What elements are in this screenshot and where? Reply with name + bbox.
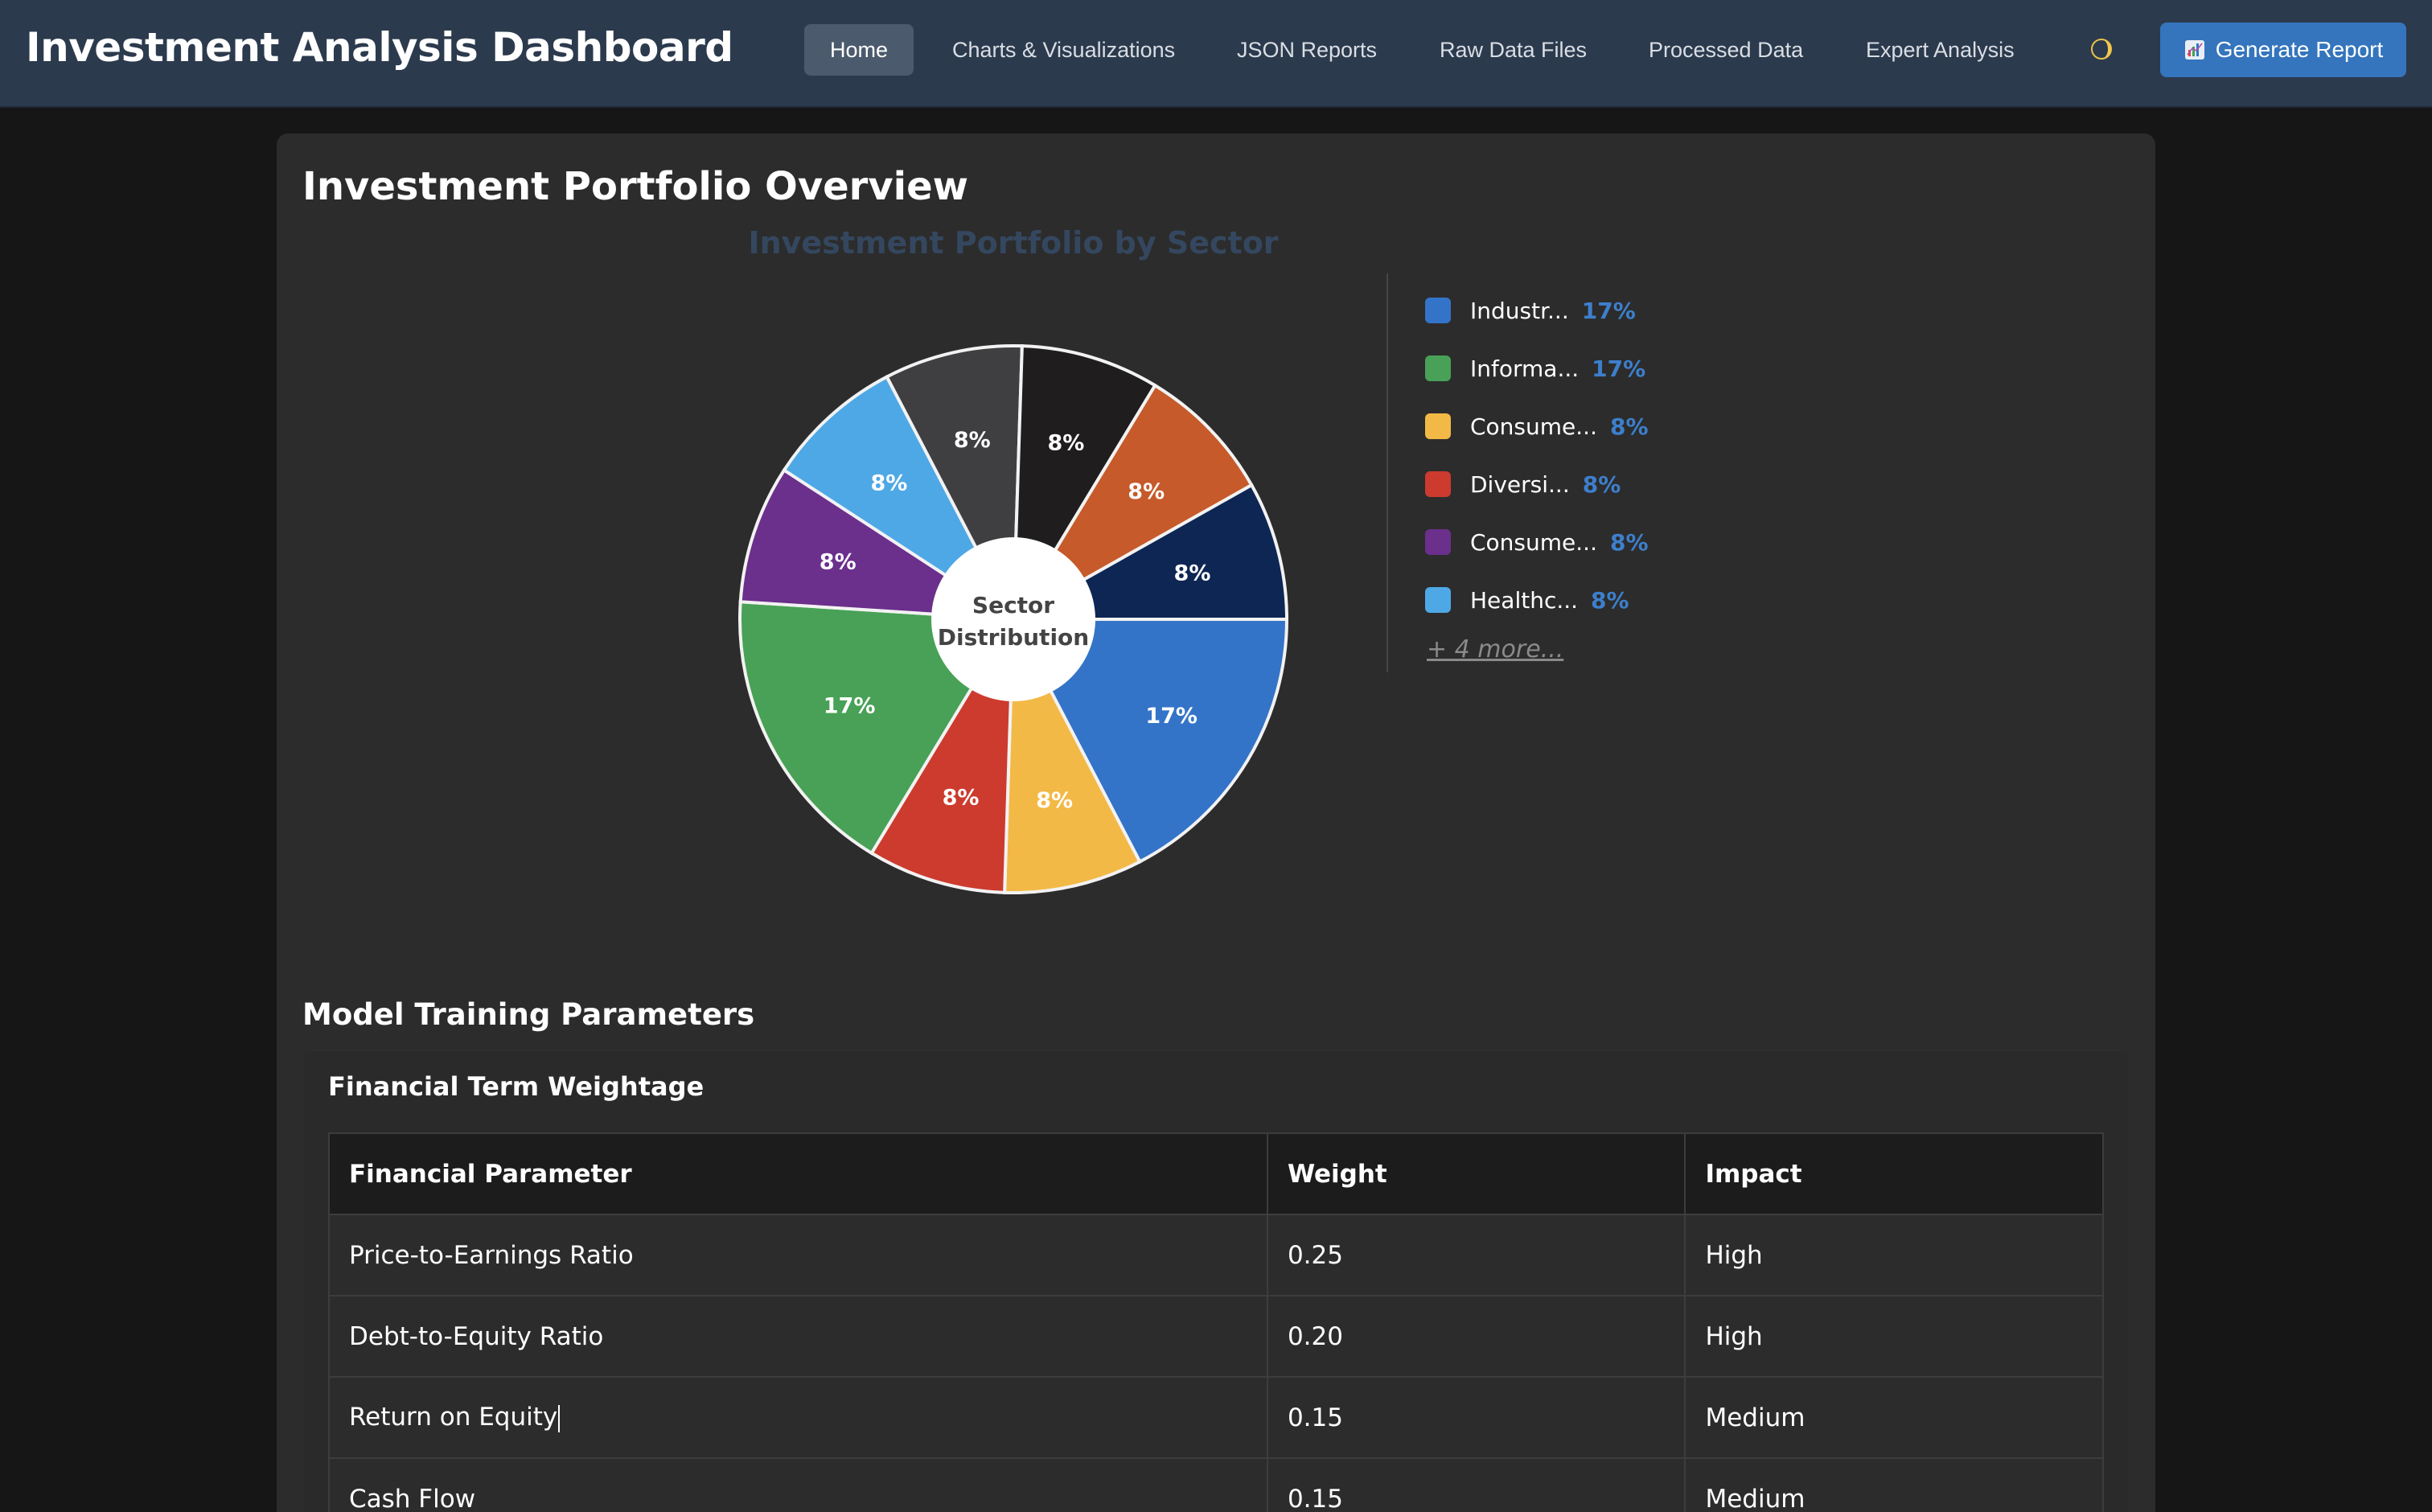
pie-center-label: Sector	[972, 592, 1054, 618]
table-cell: Medium	[1684, 1457, 2104, 1512]
table-header-row: Financial Parameter Weight Impact	[328, 1132, 2104, 1215]
legend-label: Consume...	[1470, 413, 1597, 440]
table-cell: High	[1684, 1295, 2104, 1378]
table-cell: Debt-to-Equity Ratio	[328, 1295, 1268, 1378]
generate-report-button[interactable]: Generate Report	[2160, 23, 2406, 77]
legend-divider	[1386, 273, 1388, 672]
pie-slice-label: 8%	[1128, 479, 1165, 504]
legend-label: Informa...	[1470, 355, 1580, 382]
table-cell: 0.25	[1266, 1214, 1686, 1296]
weightage-title: Financial Term Weightage	[328, 1071, 705, 1102]
chart-title: Investment Portfolio by Sector	[748, 225, 1279, 261]
nav-raw-data-files[interactable]: Raw Data Files	[1414, 24, 1612, 76]
table-cell: 0.20	[1266, 1295, 1686, 1378]
table-cell: 0.15	[1266, 1376, 1686, 1459]
legend-item[interactable]: Consume... 8%	[1425, 397, 1827, 455]
legend-swatch	[1425, 529, 1451, 555]
legend-percent: 8%	[1591, 586, 1629, 614]
pie-slice-label: 8%	[943, 785, 980, 810]
column-header: Weight	[1266, 1132, 1686, 1215]
nav-charts-visualizations[interactable]: Charts & Visualizations	[926, 24, 1201, 76]
nav-expert-analysis[interactable]: Expert Analysis	[1840, 24, 2040, 76]
pie-slice-label: 8%	[954, 428, 991, 453]
legend-percent: 17%	[1581, 297, 1636, 324]
top-navbar: Investment Analysis Dashboard Home Chart…	[0, 0, 2432, 108]
table-row: Debt-to-Equity Ratio 0.20 High	[328, 1295, 2104, 1378]
legend-item[interactable]: Industr... 17%	[1425, 281, 1827, 339]
table-cell: Return on Equity	[328, 1376, 1268, 1459]
table-cell: Medium	[1684, 1376, 2104, 1459]
pie-slice-label: 8%	[820, 550, 857, 575]
table-row: Price-to-Earnings Ratio 0.25 High	[328, 1214, 2104, 1296]
legend-swatch	[1425, 471, 1451, 497]
legend-label: Diversi...	[1470, 470, 1570, 498]
table-cell: Price-to-Earnings Ratio	[328, 1214, 1268, 1296]
generate-report-label: Generate Report	[2215, 37, 2384, 62]
legend-item[interactable]: Healthc... 8%	[1425, 571, 1827, 629]
nav-home[interactable]: Home	[804, 24, 914, 76]
pie-slice-label: 17%	[824, 693, 876, 718]
legend-item[interactable]: Consume... 8%	[1425, 513, 1827, 571]
table-row: Return on Equity 0.15 Medium	[328, 1376, 2104, 1459]
sector-pie-chart: 17% 8% 8% 17% 8% 8% 8% 8% 8% 8% Sector Distribution	[724, 330, 1303, 909]
legend-percent: 17%	[1592, 355, 1646, 382]
legend-percent: 8%	[1582, 470, 1621, 498]
pie-slice-label: 8%	[1036, 788, 1073, 813]
legend-more-link[interactable]: + 4 more...	[1427, 635, 1563, 664]
legend-label: Industr...	[1470, 297, 1569, 324]
legend-percent: 8%	[1609, 528, 1649, 556]
chart-icon	[2184, 40, 2204, 60]
legend-swatch	[1425, 355, 1451, 381]
legend-swatch	[1425, 298, 1451, 323]
legend-percent: 8%	[1609, 413, 1649, 440]
weightage-table: Financial Parameter Weight Impact Price-…	[328, 1132, 2104, 1512]
app-title: Investment Analysis Dashboard	[26, 24, 733, 71]
nav-processed-data[interactable]: Processed Data	[1623, 24, 1829, 76]
half-moon-icon	[2091, 39, 2112, 60]
legend-item[interactable]: Informa... 17%	[1425, 339, 1827, 397]
model-params-title: Model Training Parameters	[302, 997, 755, 1032]
page-title: Investment Portfolio Overview	[302, 164, 968, 209]
column-header: Impact	[1684, 1132, 2104, 1215]
pie-slice-label: 8%	[870, 471, 907, 496]
table-row: Cash Flow 0.15 Medium	[328, 1457, 2104, 1512]
theme-toggle-button[interactable]	[2088, 35, 2115, 63]
nav-json-reports[interactable]: JSON Reports	[1211, 24, 1403, 76]
pie-slice-label: 17%	[1145, 704, 1198, 729]
table-cell: 0.15	[1266, 1457, 1686, 1512]
column-header: Financial Parameter	[328, 1132, 1268, 1215]
pie-svg: 17% 8% 8% 17% 8% 8% 8% 8% 8% 8% Sector Distribution	[738, 344, 1289, 894]
pie-slice-label: 8%	[1174, 561, 1211, 586]
pie-center-label: Distribution	[938, 624, 1089, 651]
table-cell: High	[1684, 1214, 2104, 1296]
legend-label: Healthc...	[1470, 586, 1579, 614]
legend-item[interactable]: Diversi... 8%	[1425, 455, 1827, 513]
chart-legend: Industr... 17% Informa... 17% Consume... 8% Di…	[1425, 281, 1827, 629]
legend-swatch	[1425, 587, 1451, 613]
legend-swatch	[1425, 413, 1451, 439]
table-cell-text: Return on Equity	[349, 1403, 558, 1432]
pie-center	[931, 537, 1095, 701]
legend-label: Consume...	[1470, 528, 1597, 556]
pie-slice-label: 8%	[1048, 431, 1085, 456]
table-cell: Cash Flow	[328, 1457, 1268, 1512]
text-caret	[558, 1404, 561, 1432]
